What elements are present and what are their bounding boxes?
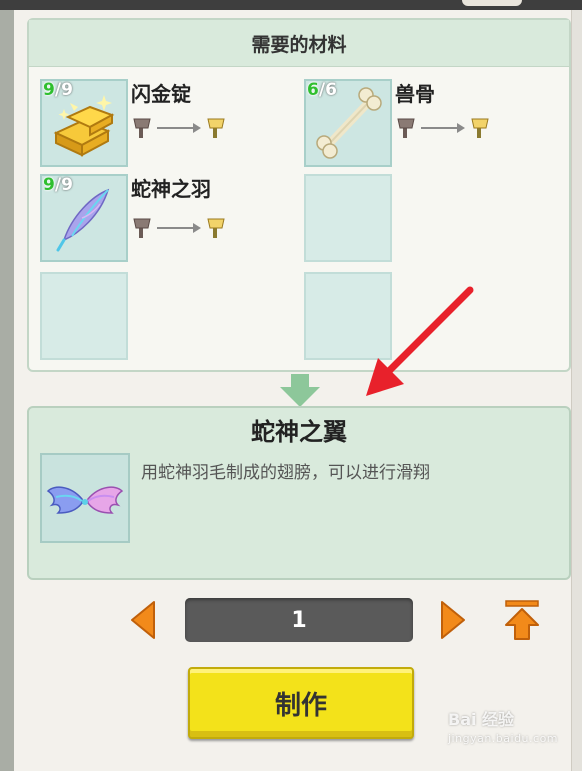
material-count: 9/9 bbox=[43, 175, 73, 195]
materials-title: 需要的材料 bbox=[29, 20, 569, 67]
result-name: 蛇神之翼 bbox=[251, 418, 347, 446]
material-name: 蛇神之羽 bbox=[131, 177, 211, 201]
max-quantity-button[interactable] bbox=[500, 599, 544, 643]
top-frame bbox=[0, 0, 582, 10]
golden-axe-icon bbox=[207, 118, 225, 138]
scrollbar[interactable] bbox=[571, 10, 582, 771]
craft-button[interactable]: 制作 bbox=[188, 667, 414, 739]
axe-icon bbox=[397, 118, 415, 138]
red-pointer-arrow bbox=[366, 286, 474, 396]
materials-panel: 需要的材料 9/9 闪金锭 6/6 兽骨 9/9 蛇神之羽 bbox=[27, 18, 571, 372]
material-count: 9/9 bbox=[43, 80, 73, 100]
tool-upgrade-indicator bbox=[395, 114, 491, 140]
result-description: 用蛇神羽毛制成的翅膀，可以进行滑翔 bbox=[141, 463, 430, 483]
axe-icon bbox=[133, 118, 151, 138]
empty-material-slot bbox=[40, 272, 128, 360]
result-panel: 蛇神之翼 用蛇神羽毛制成的翅膀，可以进行滑翔 bbox=[27, 406, 571, 580]
material-name: 闪金锭 bbox=[131, 82, 191, 106]
quantity-display[interactable]: 1 bbox=[185, 598, 413, 642]
material-count: 6/6 bbox=[307, 80, 337, 100]
axe-icon bbox=[133, 218, 151, 238]
golden-axe-icon bbox=[207, 218, 225, 238]
increase-quantity-button[interactable] bbox=[438, 599, 468, 641]
tool-upgrade-indicator bbox=[131, 214, 227, 240]
watermark: Bai 经验 jingyan.baidu.com bbox=[448, 710, 559, 745]
golden-axe-icon bbox=[471, 118, 489, 138]
material-slot-gold-ingot[interactable]: 9/9 bbox=[40, 79, 128, 167]
material-slot-feather[interactable]: 9/9 bbox=[40, 174, 128, 262]
material-slot-bone[interactable]: 6/6 bbox=[304, 79, 392, 167]
empty-material-slot bbox=[304, 174, 392, 262]
result-item-slot[interactable] bbox=[40, 453, 130, 543]
material-name: 兽骨 bbox=[395, 82, 435, 106]
wings-icon bbox=[46, 486, 124, 514]
decrease-quantity-button[interactable] bbox=[128, 599, 158, 641]
tool-upgrade-indicator bbox=[131, 114, 227, 140]
arrow-down-icon bbox=[280, 374, 320, 407]
left-frame bbox=[0, 10, 14, 771]
